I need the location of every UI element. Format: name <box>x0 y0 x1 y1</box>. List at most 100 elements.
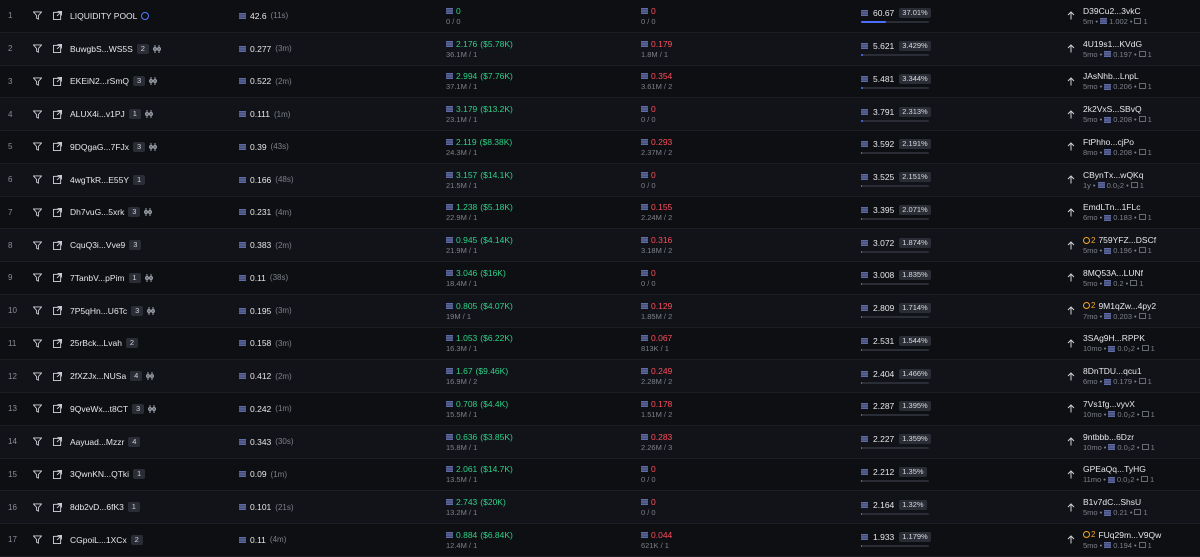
funding-address[interactable]: GPEaQq...TyHG <box>1083 464 1146 474</box>
arrow-up-icon[interactable] <box>1066 262 1076 294</box>
filter-icon[interactable] <box>33 197 45 229</box>
filter-icon[interactable] <box>33 524 45 556</box>
external-link-icon[interactable] <box>53 229 65 261</box>
funding-address[interactable]: 8MQ53A...LUNf <box>1083 268 1143 278</box>
funding-address-line[interactable]: 2 759YFZ...DSCf <box>1083 235 1156 245</box>
filter-icon[interactable] <box>33 426 45 458</box>
external-link-icon[interactable] <box>53 33 65 65</box>
wallet-name[interactable]: 4wgTkR...E55Y <box>70 175 129 185</box>
wallet-name[interactable]: ALUX4i...v1PJ <box>70 109 125 119</box>
table-row[interactable]: 2 BuwgbS...WS5S 2 0.277 (3m) 2.176 ($5.78K) 36.… <box>0 32 1200 66</box>
wallet-name-cell[interactable]: 9QveWx...t8CT 3 <box>70 393 157 425</box>
funding-address[interactable]: 759YFZ...DSCf <box>1098 235 1156 245</box>
filter-icon[interactable] <box>33 0 45 32</box>
table-row[interactable]: 1 LIQUIDITY POOL 42.6 (11s) 0 0 / 000 / 0 60.6… <box>0 0 1200 33</box>
external-link-icon[interactable] <box>53 66 65 98</box>
funding-address-line[interactable]: FtPhho...cjPo <box>1083 137 1152 147</box>
wallet-name-cell[interactable]: 25rBck...Lvah 2 <box>70 328 138 360</box>
wallet-name-cell[interactable]: 9DQgaG...7FJx 3 <box>70 131 158 163</box>
wallet-name[interactable]: Aayuad...Mzzr <box>70 437 124 447</box>
funding-address-line[interactable]: B1v7dC...ShsU <box>1083 497 1148 507</box>
filter-icon[interactable] <box>33 393 45 425</box>
arrow-up-icon[interactable] <box>1066 197 1076 229</box>
filter-icon[interactable] <box>33 164 45 196</box>
funding-address-line[interactable]: 2 9M1qZw...4py2 <box>1083 301 1156 311</box>
table-row[interactable]: 4 ALUX4i...v1PJ 1 0.111 (1m) 3.179 ($13.2K) 23.… <box>0 98 1200 131</box>
arrow-up-icon[interactable] <box>1066 98 1076 130</box>
wallet-name-cell[interactable]: 4wgTkR...E55Y 1 <box>70 164 146 196</box>
wallet-name[interactable]: 9QveWx...t8CT <box>70 404 128 414</box>
external-link-icon[interactable] <box>53 98 65 130</box>
funding-address[interactable]: FUq29m...V9Qw <box>1098 530 1161 540</box>
arrow-up-icon[interactable] <box>1066 295 1076 327</box>
table-row[interactable]: 12 2fXZJx...NUSa 4 0.412 (2m) 1.67 ($9.46K) 16.… <box>0 360 1200 393</box>
funding-address-line[interactable]: CBynTx...wQKq <box>1083 170 1144 180</box>
table-row[interactable]: 14 Aayuad...Mzzr 4 0.343 (30s) 0.636 ($3.85K) 1… <box>0 425 1200 459</box>
table-row[interactable]: 9 7TanbV...pPim 1 0.11 (38s) 3.046 ($16K) 18.4M… <box>0 262 1200 295</box>
arrow-up-icon[interactable] <box>1066 328 1076 360</box>
arrow-up-icon[interactable] <box>1066 459 1076 491</box>
funding-address[interactable]: 9ntbbb...6Dzr <box>1083 432 1134 442</box>
external-link-icon[interactable] <box>53 262 65 294</box>
funding-address-line[interactable]: 8MQ53A...LUNf <box>1083 268 1143 278</box>
external-link-icon[interactable] <box>53 360 65 392</box>
funding-address[interactable]: B1v7dC...ShsU <box>1083 497 1141 507</box>
external-link-icon[interactable] <box>53 0 65 32</box>
wallet-name[interactable]: LIQUIDITY POOL <box>70 11 137 21</box>
wallet-name-cell[interactable]: ALUX4i...v1PJ 1 <box>70 98 153 130</box>
filter-icon[interactable] <box>33 459 45 491</box>
filter-icon[interactable] <box>33 491 45 523</box>
filter-icon[interactable] <box>33 131 45 163</box>
external-link-icon[interactable] <box>53 426 65 458</box>
wallet-name-cell[interactable]: Dh7vuG...5xrk 3 <box>70 197 153 229</box>
wallet-name[interactable]: CGpoiL...1XCx <box>70 535 127 545</box>
funding-address[interactable]: 7Vs1fg...vyvX <box>1083 399 1135 409</box>
table-row[interactable]: 15 3QwnKN...QTki 1 0.09 (1m) 2.061 ($14.7K) 13.… <box>0 459 1200 492</box>
funding-address[interactable]: 4U19s1...KVdG <box>1083 39 1142 49</box>
external-link-icon[interactable] <box>53 459 65 491</box>
wallet-name[interactable]: Dh7vuG...5xrk <box>70 207 124 217</box>
wallet-name-cell[interactable]: 3QwnKN...QTki 1 <box>70 459 146 491</box>
arrow-up-icon[interactable] <box>1066 131 1076 163</box>
table-row[interactable]: 11 25rBck...Lvah 2 0.158 (3m) 1.053 ($6.22K) 16… <box>0 328 1200 361</box>
table-row[interactable]: 5 9DQgaG...7FJx 3 0.39 (43s) 2.119 ($8.38K) 24.… <box>0 131 1200 164</box>
arrow-up-icon[interactable] <box>1066 360 1076 392</box>
external-link-icon[interactable] <box>53 197 65 229</box>
wallet-name-cell[interactable]: 8db2vD...6fK3 1 <box>70 491 140 523</box>
funding-address[interactable]: D39Cu2...3vkC <box>1083 6 1141 16</box>
funding-address-line[interactable]: EmdLTn...1FLc <box>1083 202 1152 212</box>
filter-icon[interactable] <box>33 33 45 65</box>
arrow-up-icon[interactable] <box>1066 229 1076 261</box>
wallet-name[interactable]: 9DQgaG...7FJx <box>70 142 129 152</box>
arrow-up-icon[interactable] <box>1066 164 1076 196</box>
wallet-name-cell[interactable]: Aayuad...Mzzr 4 <box>70 426 141 458</box>
wallet-name[interactable]: EKEiN2...rSmQ <box>70 76 129 86</box>
arrow-up-icon[interactable] <box>1066 426 1076 458</box>
external-link-icon[interactable] <box>53 491 65 523</box>
funding-address-line[interactable]: 2 FUq29m...V9Qw <box>1083 530 1161 540</box>
filter-icon[interactable] <box>33 295 45 327</box>
funding-address-line[interactable]: 2k2VxS...SBvQ <box>1083 104 1152 114</box>
table-row[interactable]: 6 4wgTkR...E55Y 1 0.166 (48s) 3.157 ($14.1K) 21… <box>0 163 1200 197</box>
arrow-up-icon[interactable] <box>1066 491 1076 523</box>
arrow-up-icon[interactable] <box>1066 66 1076 98</box>
wallet-name[interactable]: 8db2vD...6fK3 <box>70 502 124 512</box>
external-link-icon[interactable] <box>53 164 65 196</box>
arrow-up-icon[interactable] <box>1066 524 1076 556</box>
funding-address-line[interactable]: 8DnTDU...qcu1 <box>1083 366 1152 376</box>
wallet-name-cell[interactable]: 7P5qHn...U6Tc 3 <box>70 295 156 327</box>
filter-icon[interactable] <box>33 262 45 294</box>
funding-address[interactable]: JAsNhb...LnpL <box>1083 71 1139 81</box>
external-link-icon[interactable] <box>53 328 65 360</box>
external-link-icon[interactable] <box>53 393 65 425</box>
wallet-name-cell[interactable]: CGpoiL...1XCx 2 <box>70 524 143 556</box>
funding-address[interactable]: EmdLTn...1FLc <box>1083 202 1140 212</box>
wallet-name[interactable]: 7P5qHn...U6Tc <box>70 306 127 316</box>
table-row[interactable]: 10 7P5qHn...U6Tc 3 0.195 (3m) 0.805 ($4.07K) 19… <box>0 294 1200 328</box>
funding-address[interactable]: CBynTx...wQKq <box>1083 170 1143 180</box>
filter-icon[interactable] <box>33 360 45 392</box>
wallet-name-cell[interactable]: CquQ3i...Vve9 3 <box>70 229 142 261</box>
external-link-icon[interactable] <box>53 295 65 327</box>
arrow-up-icon[interactable] <box>1066 393 1076 425</box>
external-link-icon[interactable] <box>53 131 65 163</box>
